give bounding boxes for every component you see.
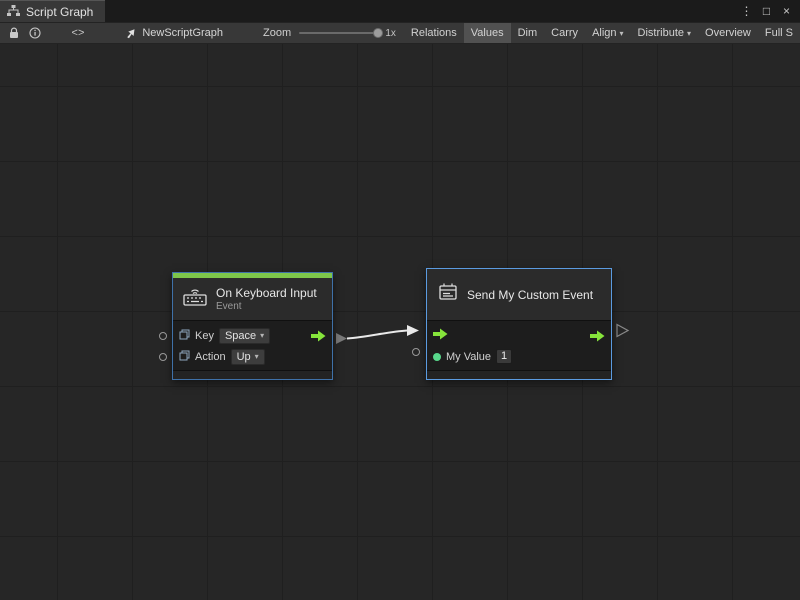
graph-canvas[interactable]: On Keyboard Input Event Key Space ▾ (0, 44, 800, 600)
node-body: Key Space ▾ (173, 320, 332, 370)
value-port-icon (179, 327, 190, 345)
zoom-value: 1x (385, 28, 396, 39)
port-row-action: Action Up ▾ (173, 346, 332, 367)
flow-output-port[interactable] (590, 330, 605, 342)
node-header[interactable]: On Keyboard Input Event (173, 278, 332, 320)
graph-pointer-icon (124, 27, 136, 39)
relations-button[interactable]: Relations (404, 22, 464, 44)
port-row-key: Key Space ▾ (173, 325, 332, 346)
flow-input-port[interactable] (433, 327, 448, 345)
chevron-down-icon: ▾ (255, 352, 259, 361)
distribute-label: Distribute (638, 23, 684, 44)
code-icon: <> (72, 27, 85, 39)
info-icon (29, 27, 41, 39)
graph-name: NewScriptGraph (142, 27, 223, 39)
values-button[interactable]: Values (464, 22, 511, 44)
input-port-circle[interactable] (159, 332, 167, 340)
port-label-key: Key (195, 330, 214, 342)
port-label-action: Action (195, 351, 226, 363)
lock-button[interactable] (6, 24, 23, 42)
value-port-icon (179, 348, 190, 366)
port-row-my-value: My Value 1 (427, 346, 611, 367)
zoom-label: Zoom (263, 27, 291, 39)
key-dropdown[interactable]: Space ▾ (219, 328, 270, 344)
chevron-down-icon: ▾ (620, 23, 624, 44)
wires-layer (0, 44, 800, 600)
overview-button[interactable]: Overview (698, 22, 758, 44)
flow-arrow-icon (311, 330, 326, 342)
input-port-circle[interactable] (159, 353, 167, 361)
node-subtitle: Event (216, 301, 317, 312)
port-label-my-value: My Value (446, 351, 491, 363)
carry-label: Carry (551, 23, 578, 44)
zoom-slider-thumb[interactable] (373, 28, 383, 38)
carry-button[interactable]: Carry (544, 22, 585, 44)
node-footer (173, 370, 332, 379)
node-on-keyboard-input[interactable]: On Keyboard Input Event Key Space ▾ (172, 272, 333, 380)
chevron-down-icon: ▾ (260, 331, 264, 340)
action-dropdown[interactable]: Up ▾ (231, 349, 265, 365)
wire-start-cap (336, 333, 347, 344)
output-port-marker[interactable] (617, 325, 628, 337)
node-body: My Value 1 (427, 320, 611, 370)
custom-event-icon (437, 282, 459, 307)
flow-arrow-icon (433, 328, 448, 340)
node-send-my-custom-event[interactable]: Send My Custom Event (426, 268, 612, 380)
graph-breadcrumb[interactable]: NewScriptGraph (124, 27, 223, 39)
dim-button[interactable]: Dim (511, 22, 545, 44)
keyboard-input-icon (182, 287, 208, 311)
relations-label: Relations (411, 23, 457, 44)
align-label: Align (592, 23, 616, 44)
action-dropdown-value: Up (237, 351, 251, 363)
distribute-button[interactable]: Distribute ▾ (631, 22, 698, 44)
info-button[interactable] (27, 24, 44, 42)
script-graph-window: Script Graph ⋮ □ × <> (0, 0, 800, 600)
overview-label: Overview (705, 23, 751, 44)
code-button[interactable]: <> (70, 24, 87, 42)
node-footer (427, 370, 611, 379)
graph-toolbar: <> NewScriptGraph Zoom 1x Relations Valu… (0, 22, 800, 44)
fullscreen-button[interactable]: Full S (758, 22, 800, 44)
flow-output-port[interactable] (311, 330, 326, 342)
maximize-button[interactable]: □ (758, 3, 775, 20)
connection-wire[interactable] (347, 331, 407, 339)
zoom-slider[interactable] (299, 26, 379, 40)
value-port-dot[interactable] (433, 353, 441, 361)
zoom-slider-track[interactable] (299, 32, 379, 34)
node-title: Send My Custom Event (467, 288, 593, 302)
chevron-down-icon: ▾ (687, 23, 691, 44)
tab-script-graph[interactable]: Script Graph (0, 0, 105, 22)
node-header[interactable]: Send My Custom Event (427, 269, 611, 320)
flow-arrow-icon (590, 330, 605, 342)
toolbar-buttons: Relations Values Dim Carry Align ▾ Distr… (404, 22, 800, 44)
flow-row (427, 325, 611, 346)
input-port-circle[interactable] (412, 348, 420, 356)
key-dropdown-value: Space (225, 330, 256, 342)
close-button[interactable]: × (778, 3, 795, 20)
tab-bar: Script Graph ⋮ □ × (0, 0, 800, 22)
node-title: On Keyboard Input (216, 286, 317, 300)
fullscreen-label: Full S (765, 23, 793, 44)
wire-arrowhead (407, 325, 419, 336)
window-menu-button[interactable]: ⋮ (738, 3, 755, 20)
tab-label: Script Graph (26, 5, 93, 19)
lock-icon (9, 27, 19, 39)
script-graph-icon (7, 5, 20, 19)
values-label: Values (471, 23, 504, 44)
my-value-input[interactable]: 1 (496, 349, 512, 364)
dim-label: Dim (518, 23, 538, 44)
align-button[interactable]: Align ▾ (585, 22, 630, 44)
window-controls: ⋮ □ × (738, 0, 800, 22)
